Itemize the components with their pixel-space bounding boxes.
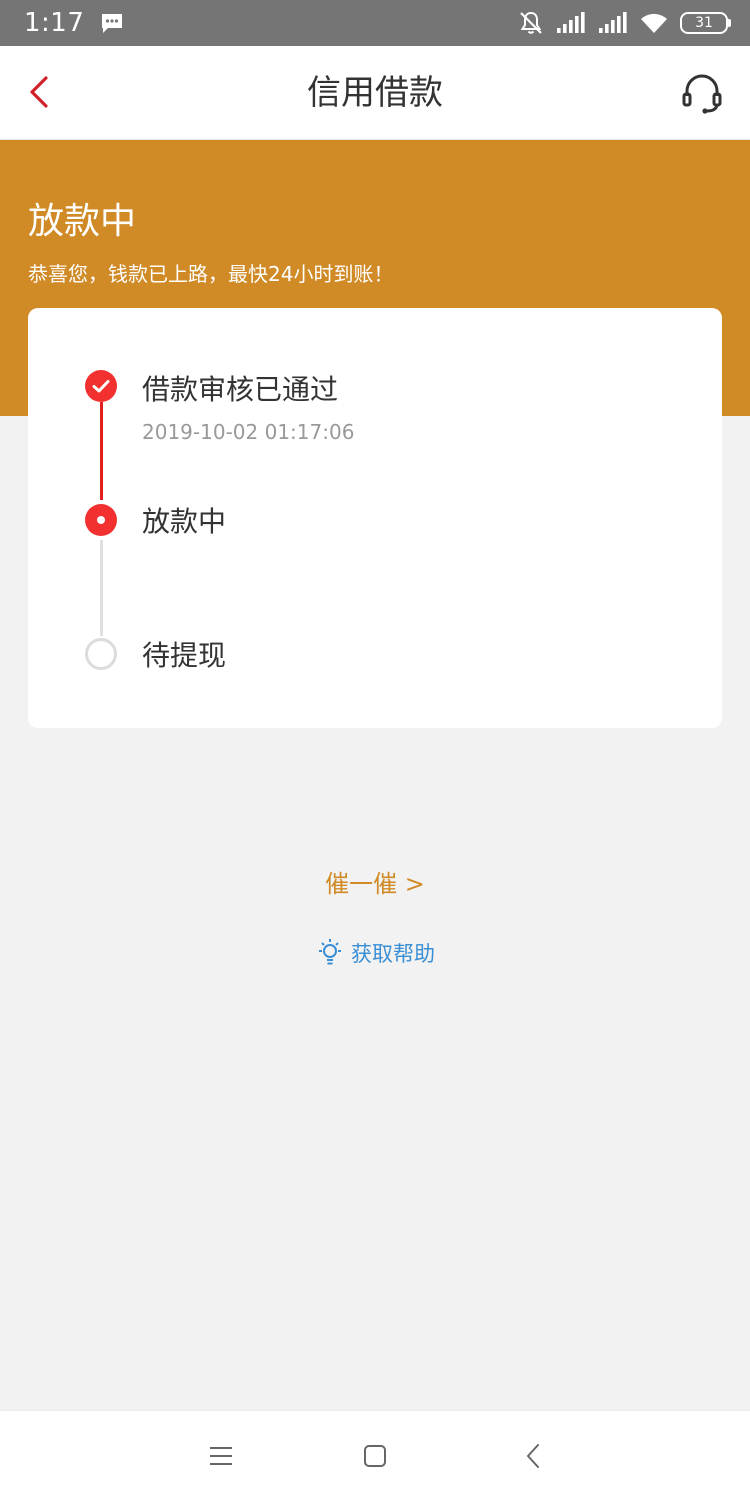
battery-icon: 31 [680,12,731,34]
wifi-icon [641,13,667,33]
banner-subtitle: 恭喜您，钱款已上路，最快24小时到账！ [28,262,394,286]
status-bar: 1:17 31 [0,0,750,46]
message-icon [102,14,123,33]
get-help-link[interactable]: 获取帮助 [0,938,750,968]
step-connector [100,540,103,636]
step-label: 待提现 [142,639,227,672]
status-time: 1:17 [24,8,85,38]
step-connector [100,402,103,500]
step-pending-node [85,638,117,670]
nav-bar: 信用借款 [0,46,750,140]
status-right: 31 [518,10,731,36]
home-icon[interactable] [360,1441,390,1471]
step-done-node [85,370,117,402]
check-icon [92,380,110,393]
lightbulb-icon [319,939,341,965]
banner-title: 放款中 [28,201,137,242]
back-icon[interactable] [518,1441,548,1471]
progress-card: 借款审核已通过 2019-10-02 01:17:06 放款中 待提现 [28,308,722,728]
mute-bell-icon [520,11,542,34]
battery-level: 31 [695,15,713,31]
urge-button[interactable]: 催一催 > [0,864,750,899]
status-left: 1:17 [24,8,124,38]
step-current-node [85,504,117,536]
get-help-label: 获取帮助 [351,942,435,966]
step-time: 2019-10-02 01:17:06 [142,420,355,444]
step-label: 借款审核已通过 [142,373,339,406]
signal-icon [599,12,627,33]
headset-icon[interactable] [680,72,724,116]
signal-icon [557,12,585,33]
system-nav-bar [0,1410,750,1500]
menu-icon[interactable] [206,1441,236,1471]
page-title: 信用借款 [307,73,443,113]
step-label: 放款中 [142,505,227,538]
